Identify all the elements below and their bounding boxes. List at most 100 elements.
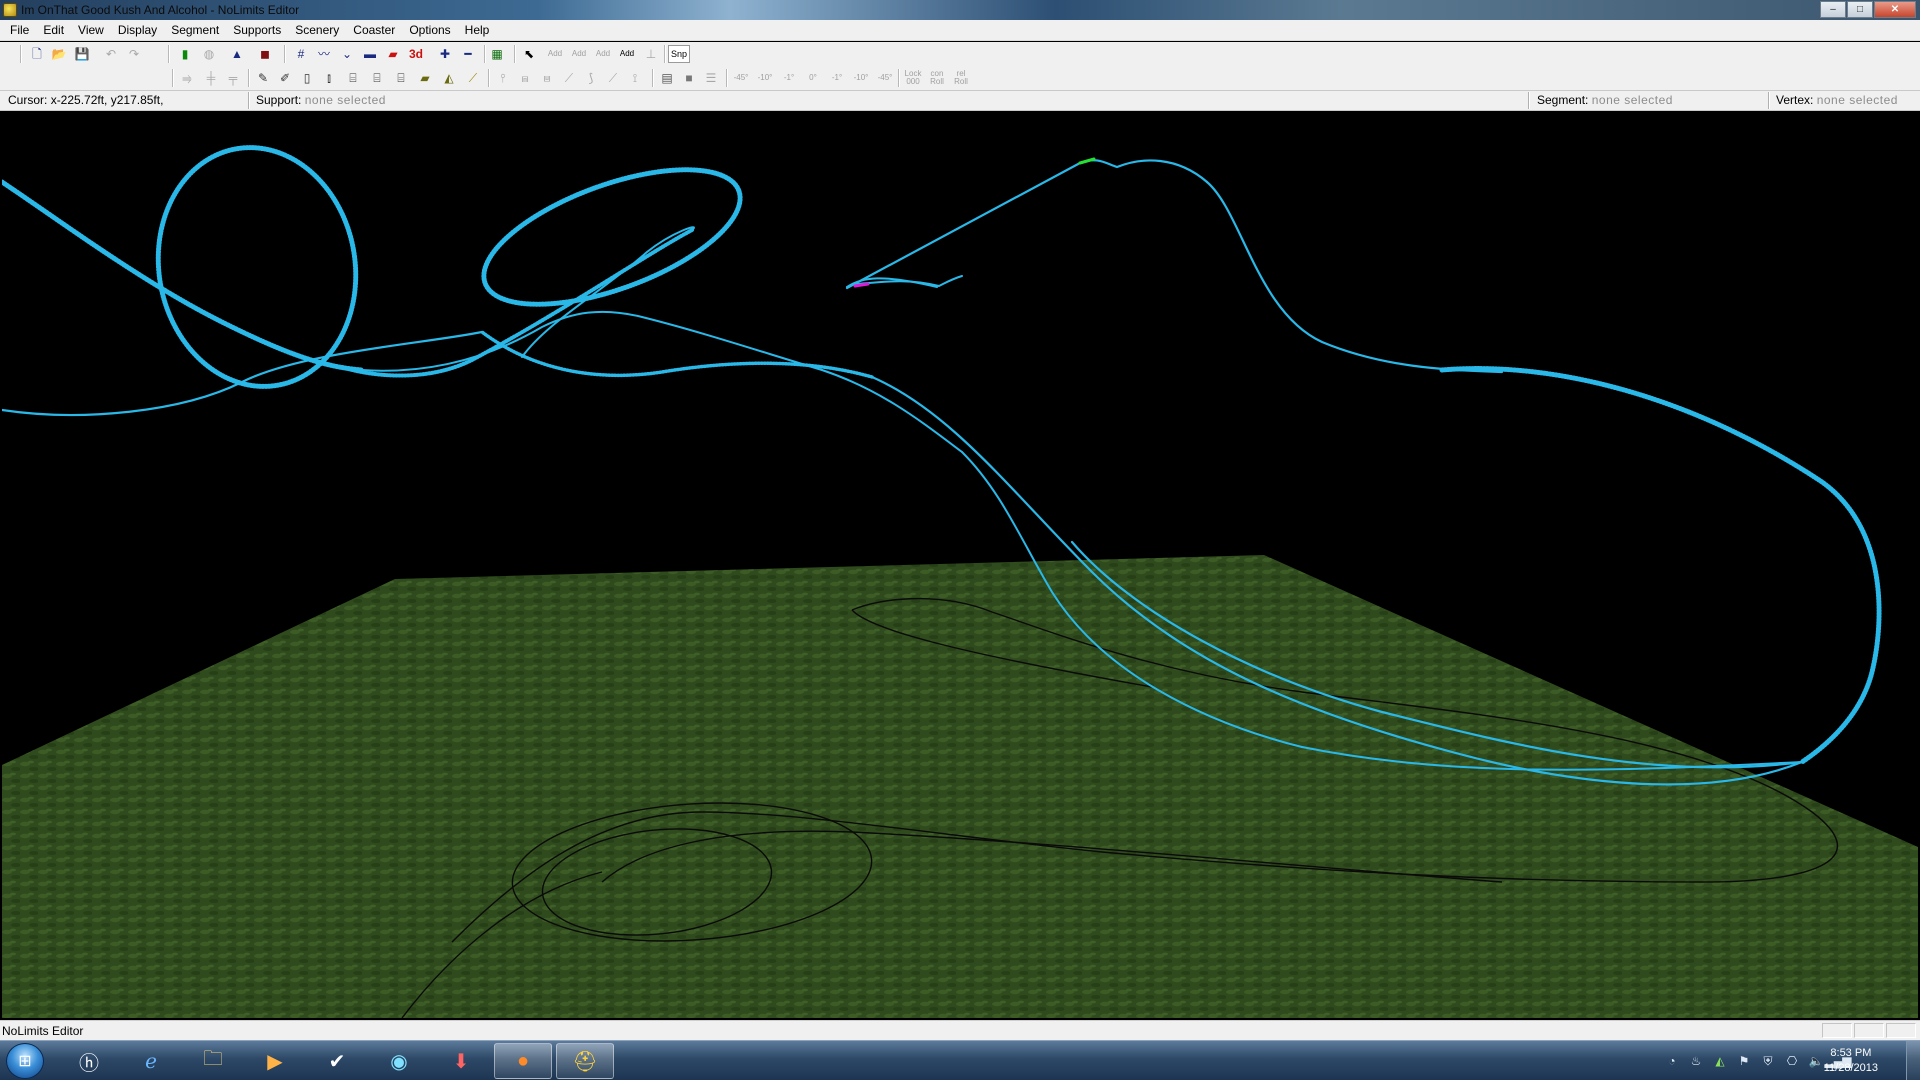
cylinder-icon[interactable]: ⌸ <box>344 69 362 87</box>
menu-coaster[interactable]: Coaster <box>346 20 402 41</box>
diagonal-icon[interactable]: ⟋ <box>464 69 482 87</box>
cylinder-icon[interactable]: ⌸ <box>392 69 410 87</box>
align-icon[interactable]: ☰ <box>702 69 720 87</box>
angle-button[interactable]: -10° <box>850 69 872 87</box>
hp-app-icon[interactable]: ⓗ <box>60 1043 118 1079</box>
panel-icon[interactable]: ▤ <box>658 69 676 87</box>
pylon-icon[interactable]: ⫯ <box>494 69 512 87</box>
snap-toggle[interactable]: Snp <box>668 45 690 63</box>
block-icon[interactable]: ■ <box>680 69 698 87</box>
new-file-icon[interactable]: 🗋 <box>28 45 46 63</box>
roll-label-bottom: Roll <box>954 77 968 86</box>
column-icon[interactable]: ⫾ <box>320 69 338 87</box>
add-support-icon[interactable]: Add <box>546 45 564 63</box>
close-button[interactable]: ✕ <box>1874 1 1916 18</box>
pylon-icon[interactable]: ⟋ <box>604 69 622 87</box>
beam-icon[interactable]: ▯ <box>298 69 316 87</box>
support-tool-icon[interactable]: ╤ <box>224 69 242 87</box>
3d-viewport[interactable] <box>2 112 1918 1018</box>
train-icon[interactable]: ▬ <box>361 45 379 63</box>
menu-display[interactable]: Display <box>111 20 164 41</box>
station-icon[interactable]: ▮ <box>176 45 194 63</box>
pylon-icon[interactable]: ⩎ <box>516 69 534 87</box>
foot-support-icon[interactable]: ⊥ <box>642 45 660 63</box>
window-title: Im OnThat Good Kush And Alcohol - NoLimi… <box>21 3 300 17</box>
file-explorer-icon[interactable]: 🗀 <box>184 1043 242 1079</box>
pencil-icon[interactable]: ✎ <box>254 69 272 87</box>
angle-button[interactable]: -45° <box>874 69 896 87</box>
support-tool-icon[interactable]: ╪ <box>202 69 220 87</box>
add-label: Add <box>619 49 635 58</box>
select-pointer-icon[interactable]: ⬉ <box>520 45 538 63</box>
download-app-icon[interactable]: ⬇ <box>432 1043 490 1079</box>
double-pencil-icon[interactable]: ✐ <box>276 69 294 87</box>
angle-button[interactable]: 0° <box>802 69 824 87</box>
angle-button[interactable]: -1° <box>826 69 848 87</box>
angle-button[interactable]: -45° <box>730 69 752 87</box>
car-icon[interactable]: ▰ <box>384 45 402 63</box>
spreadsheet-icon[interactable]: ▦ <box>488 45 506 63</box>
pylon-icon[interactable]: ⩏ <box>538 69 556 87</box>
tray-app-icon[interactable]: ◔ <box>1664 1053 1680 1069</box>
rel-roll-button[interactable]: rel Roll <box>950 69 972 87</box>
pylon-icon[interactable]: ⟋ <box>560 69 578 87</box>
plank-icon[interactable]: ▰ <box>416 69 434 87</box>
redo-icon[interactable]: ↷ <box>125 45 143 63</box>
menu-edit[interactable]: Edit <box>36 20 71 41</box>
undo-icon[interactable]: ↶ <box>102 45 120 63</box>
globe-app-icon[interactable]: ◉ <box>370 1043 428 1079</box>
grid-icon[interactable]: # <box>292 45 310 63</box>
support-tool-icon[interactable]: ⥤ <box>178 69 196 87</box>
internet-explorer-icon[interactable]: ℯ <box>122 1043 180 1079</box>
lock-roll-button[interactable]: Lock 000 <box>902 69 924 87</box>
save-icon[interactable]: 💾 <box>73 45 91 63</box>
open-folder-icon[interactable]: 📂 <box>50 45 68 63</box>
add-support-icon[interactable]: Add <box>618 45 636 63</box>
status-panel <box>1854 1023 1884 1038</box>
cylinder-icon[interactable]: ⌸ <box>368 69 386 87</box>
minimize-button[interactable]: – <box>1820 1 1846 18</box>
3d-view-button[interactable]: 3d <box>407 45 425 63</box>
tray-security-icon[interactable]: ⛨ <box>1760 1053 1776 1069</box>
track-wave-icon[interactable]: 〰 <box>315 45 333 63</box>
add-support-icon[interactable]: Add <box>594 45 612 63</box>
menu-view[interactable]: View <box>71 20 111 41</box>
menu-scenery[interactable]: Scenery <box>288 20 346 41</box>
menu-file[interactable]: File <box>3 20 36 41</box>
angle-label: -1° <box>831 73 843 82</box>
check-app-icon[interactable]: ✔ <box>308 1043 366 1079</box>
globe-icon[interactable]: ◍ <box>200 45 218 63</box>
menu-options[interactable]: Options <box>402 20 457 41</box>
menu-segment[interactable]: Segment <box>164 20 226 41</box>
track-dip-icon[interactable]: ⌄ <box>338 45 356 63</box>
tray-network-icon[interactable]: ⎔ <box>1784 1053 1800 1069</box>
tray-steam-icon[interactable]: ♨ <box>1688 1053 1704 1069</box>
start-button[interactable]: ⊞ <box>6 1043 44 1079</box>
add-support-icon[interactable]: Add <box>570 45 588 63</box>
pylon-icon[interactable]: ⟆ <box>582 69 600 87</box>
info-bar: Cursor: x-225.72ft, y217.85ft, Support: … <box>0 90 1920 111</box>
record-icon[interactable]: ◼ <box>256 45 274 63</box>
add-vertex-icon[interactable]: ✚ <box>436 45 454 63</box>
angle-label: -10° <box>757 73 773 82</box>
pylon-icon[interactable]: ⟟ <box>626 69 644 87</box>
triangle-icon[interactable]: ▲ <box>228 45 246 63</box>
menu-help[interactable]: Help <box>458 20 497 41</box>
nolimits-taskbar-icon[interactable]: ⛑ <box>556 1043 614 1079</box>
media-player-icon[interactable]: ▶ <box>246 1043 304 1079</box>
title-bar: Im OnThat Good Kush And Alcohol - NoLimi… <box>0 0 1920 20</box>
tray-nvidia-icon[interactable]: ◭ <box>1712 1053 1728 1069</box>
angle-button[interactable]: -1° <box>778 69 800 87</box>
menu-supports[interactable]: Supports <box>226 20 288 41</box>
maximize-button[interactable]: □ <box>1847 1 1873 18</box>
con-roll-button[interactable]: con Roll <box>926 69 948 87</box>
ramp-icon[interactable]: ◭ <box>440 69 458 87</box>
tray-flag-icon[interactable]: ⚑ <box>1736 1053 1752 1069</box>
scene-canvas[interactable] <box>2 112 1918 1018</box>
volume-icon[interactable]: 🔈 <box>1808 1053 1824 1069</box>
angle-button[interactable]: -10° <box>754 69 776 87</box>
firefox-icon[interactable]: ● <box>494 1043 552 1079</box>
remove-vertex-icon[interactable]: ━ <box>459 45 477 63</box>
taskbar-clock[interactable]: 8:53 PM 11/28/2013 <box>1824 1046 1878 1076</box>
show-desktop-button[interactable] <box>1906 1041 1920 1080</box>
